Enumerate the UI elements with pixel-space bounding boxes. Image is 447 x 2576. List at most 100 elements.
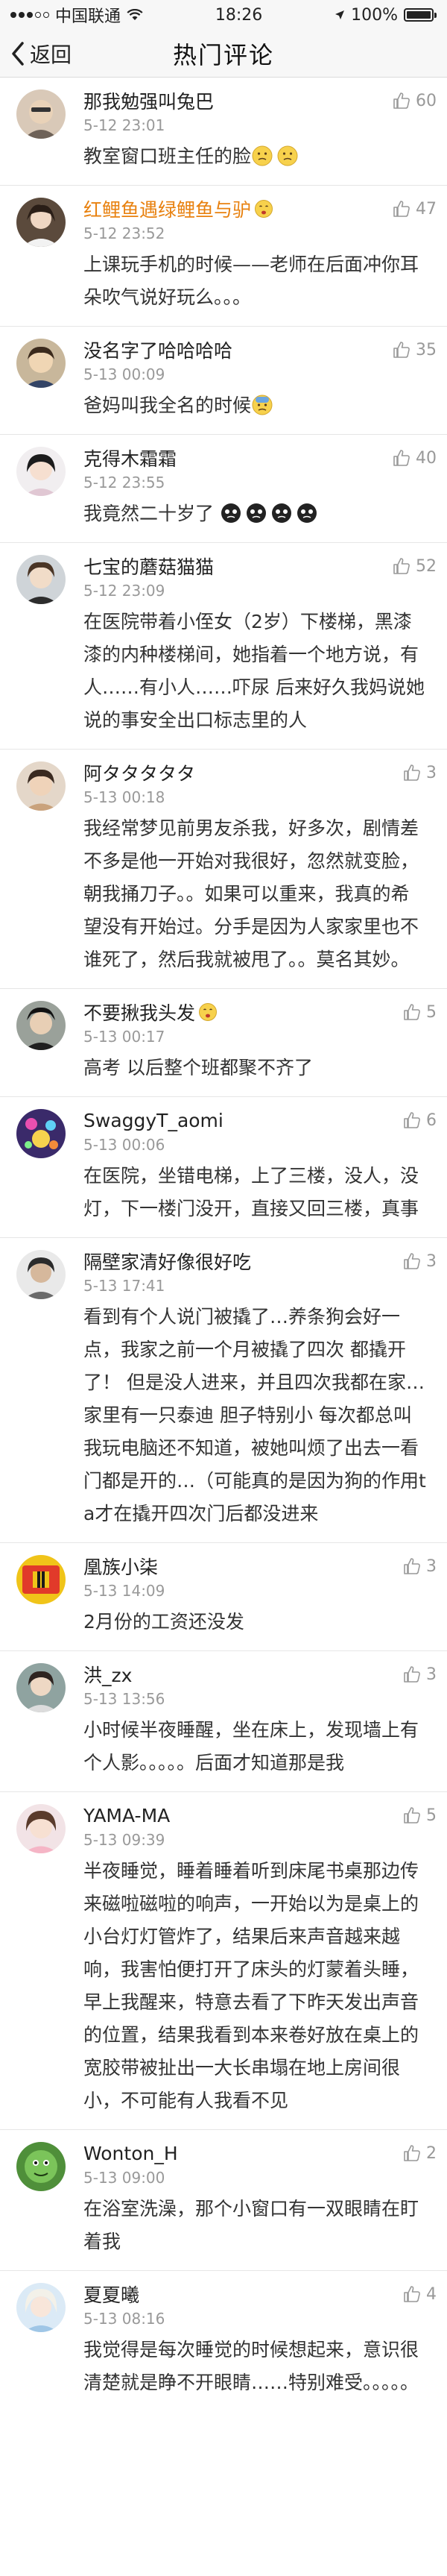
thumbs-up-icon <box>393 558 410 574</box>
timestamp: 5-13 09:39 <box>83 1831 165 1849</box>
timestamp: 5-12 23:55 <box>83 474 165 491</box>
avatar[interactable] <box>16 339 66 388</box>
username[interactable]: 没名字了哈哈哈哈 <box>83 336 232 363</box>
like-button[interactable]: 5 <box>402 1002 437 1022</box>
comment-text: 爸妈叫我全名的时候 <box>83 389 426 422</box>
username[interactable]: YAMA-MA <box>83 1805 170 1826</box>
timestamp: 5-12 23:09 <box>83 582 165 600</box>
like-button[interactable]: 35 <box>392 340 437 359</box>
like-button[interactable]: 3 <box>402 763 437 782</box>
like-count: 4 <box>426 2284 437 2304</box>
avatar[interactable] <box>16 2283 66 2332</box>
username[interactable]: 洪_zx <box>83 1661 132 1688</box>
comment-text: 我觉得是每次睡觉的时候想起来，意识很清楚就是睁不开眼睛……特别难受。。。。。 <box>83 2339 419 2393</box>
username[interactable]: 克得木霜霜 <box>83 444 177 471</box>
battery-percent: 100% <box>351 5 398 25</box>
comment-text: 上课玩手机的时候——老师在后面冲你耳朵吹气说好玩么。。。 <box>83 254 419 308</box>
comment-text: 在浴室洗澡，那个小窗口有一双眼睛在盯着我 <box>83 2198 419 2252</box>
avatar[interactable] <box>16 555 66 604</box>
back-button[interactable]: 返回 <box>9 30 72 78</box>
username[interactable]: 阿タタタタタ <box>83 759 195 786</box>
like-button[interactable]: 3 <box>402 1556 437 1576</box>
avatar[interactable] <box>16 89 66 139</box>
status-bar: 中国联通 18:26 100% <box>0 0 447 30</box>
like-count: 3 <box>426 1556 437 1576</box>
username[interactable]: 凰族小柒 <box>83 1553 158 1580</box>
like-button[interactable]: 60 <box>392 91 437 110</box>
like-button[interactable]: 2 <box>402 2143 437 2163</box>
comment-item: SwaggyT_aomi 5-13 00:06 6 在医院，坐错电梯，上了三楼，… <box>0 1097 447 1238</box>
embarrassed-face-icon <box>252 145 273 166</box>
like-button[interactable]: 3 <box>402 1665 437 1684</box>
sob-face-icon <box>271 503 291 523</box>
comment-item: 七宝的蘑菇猫猫 5-12 23:09 52 在医院带着小侄女（2岁）下楼梯，黑漆… <box>0 543 447 750</box>
timestamp: 5-13 00:06 <box>83 1136 165 1154</box>
timestamp: 5-13 14:09 <box>83 1582 165 1600</box>
crying-face-icon <box>255 200 273 218</box>
like-count: 52 <box>416 556 437 576</box>
comment-text: 教室窗口班主任的脸 <box>83 140 426 173</box>
avatar[interactable] <box>16 1109 66 1158</box>
comment-item: 红鲤鱼遇绿鲤鱼与驴 5-12 23:52 47 上课玩手机的时候——老师在后面冲… <box>0 186 447 327</box>
like-button[interactable]: 3 <box>402 1251 437 1271</box>
like-button[interactable]: 5 <box>402 1806 437 1825</box>
username[interactable]: 不要揪我头发 <box>83 999 195 1025</box>
thumbs-up-icon <box>404 1807 420 1823</box>
username[interactable]: 那我勉强叫兔巴 <box>83 87 214 114</box>
avatar[interactable] <box>16 447 66 496</box>
avatar[interactable] <box>16 1555 66 1604</box>
thumbs-up-icon <box>404 764 420 781</box>
comment-item: YAMA-MA 5-13 09:39 5 半夜睡觉，睡着睡着听到床尾书桌那边传来… <box>0 1792 447 2130</box>
like-button[interactable]: 4 <box>402 2284 437 2304</box>
cold-sweat-face-icon <box>252 395 273 415</box>
like-count: 5 <box>426 1806 437 1825</box>
avatar[interactable] <box>16 761 66 811</box>
location-arrow-icon <box>335 10 345 19</box>
comment-text: 我经常梦见前男友杀我，好多次，剧情差不多是他一开始对我很好，忽然就变脸，朝我捅刀… <box>83 817 419 970</box>
thumbs-up-icon <box>404 1004 420 1020</box>
comment-text: 我竟然二十岁了 <box>83 497 426 530</box>
username[interactable]: 隔壁家清好像很好吃 <box>83 1248 251 1275</box>
avatar[interactable] <box>16 2142 66 2191</box>
timestamp: 5-12 23:52 <box>83 224 165 242</box>
timestamp: 5-13 00:17 <box>83 1028 165 1046</box>
avatar[interactable] <box>16 1804 66 1853</box>
sob-face-icon <box>246 503 266 523</box>
comment-text: 高考 以后整个班都聚不齐了 <box>83 1057 313 1078</box>
like-count: 5 <box>426 1002 437 1022</box>
like-count: 2 <box>426 2143 437 2163</box>
avatar[interactable] <box>16 1663 66 1712</box>
like-count: 3 <box>426 1251 437 1271</box>
comment-item: 夏夏曦 5-13 08:16 4 我觉得是每次睡觉的时候想起来，意识很清楚就是睁… <box>0 2271 447 2411</box>
thumbs-up-icon <box>404 1666 420 1683</box>
comment-text: 小时候半夜睡醒，坐在床上，发现墙上有个人影。。。。。后面才知道那是我 <box>83 1719 419 1774</box>
comment-text: 半夜睡觉，睡着睡着听到床尾书桌那边传来磁啦磁啦的响声，一开始以为是桌上的小台灯灯… <box>83 1860 419 2111</box>
comment-item: 那我勉强叫兔巴 5-12 23:01 60 教室窗口班主任的脸 <box>0 78 447 186</box>
comment-text: 在医院，坐错电梯，上了三楼，没人，没灯，下一楼门没开，直接又回三楼，真事 <box>83 1165 419 1219</box>
username[interactable]: SwaggyT_aomi <box>83 1110 224 1131</box>
avatar[interactable] <box>16 1250 66 1299</box>
comment-item: 克得木霜霜 5-12 23:55 40 我竟然二十岁了 <box>0 435 447 543</box>
username[interactable]: 夏夏曦 <box>83 2281 139 2308</box>
like-button[interactable]: 52 <box>392 556 437 576</box>
like-button[interactable]: 47 <box>392 199 437 219</box>
timestamp: 5-13 17:41 <box>83 1277 165 1295</box>
timestamp: 5-13 00:09 <box>83 365 165 383</box>
username[interactable]: Wonton_H <box>83 2143 178 2164</box>
sob-face-icon <box>297 503 317 523</box>
like-button[interactable]: 6 <box>402 1110 437 1130</box>
like-button[interactable]: 40 <box>392 448 437 468</box>
avatar[interactable] <box>16 198 66 247</box>
avatar[interactable] <box>16 1001 66 1050</box>
back-label: 返回 <box>30 43 72 67</box>
like-count: 35 <box>416 340 437 359</box>
username[interactable]: 红鲤鱼遇绿鲤鱼与驴 <box>83 195 251 222</box>
username[interactable]: 七宝的蘑菇猫猫 <box>83 553 214 579</box>
timestamp: 5-13 09:00 <box>83 2169 165 2187</box>
comment-text: 2月份的工资还没发 <box>83 1611 244 1633</box>
chevron-left-icon <box>12 42 24 66</box>
comment-text: 看到有个人说门被撬了…养条狗会好一点，我家之前一个月被撬了四次 都撬开了！ 但是… <box>83 1306 426 1524</box>
comment-list: 那我勉强叫兔巴 5-12 23:01 60 教室窗口班主任的脸 红鲤鱼遇绿鲤鱼与… <box>0 78 447 2411</box>
timestamp: 5-13 08:16 <box>83 2310 165 2328</box>
thumbs-up-icon <box>393 450 410 466</box>
